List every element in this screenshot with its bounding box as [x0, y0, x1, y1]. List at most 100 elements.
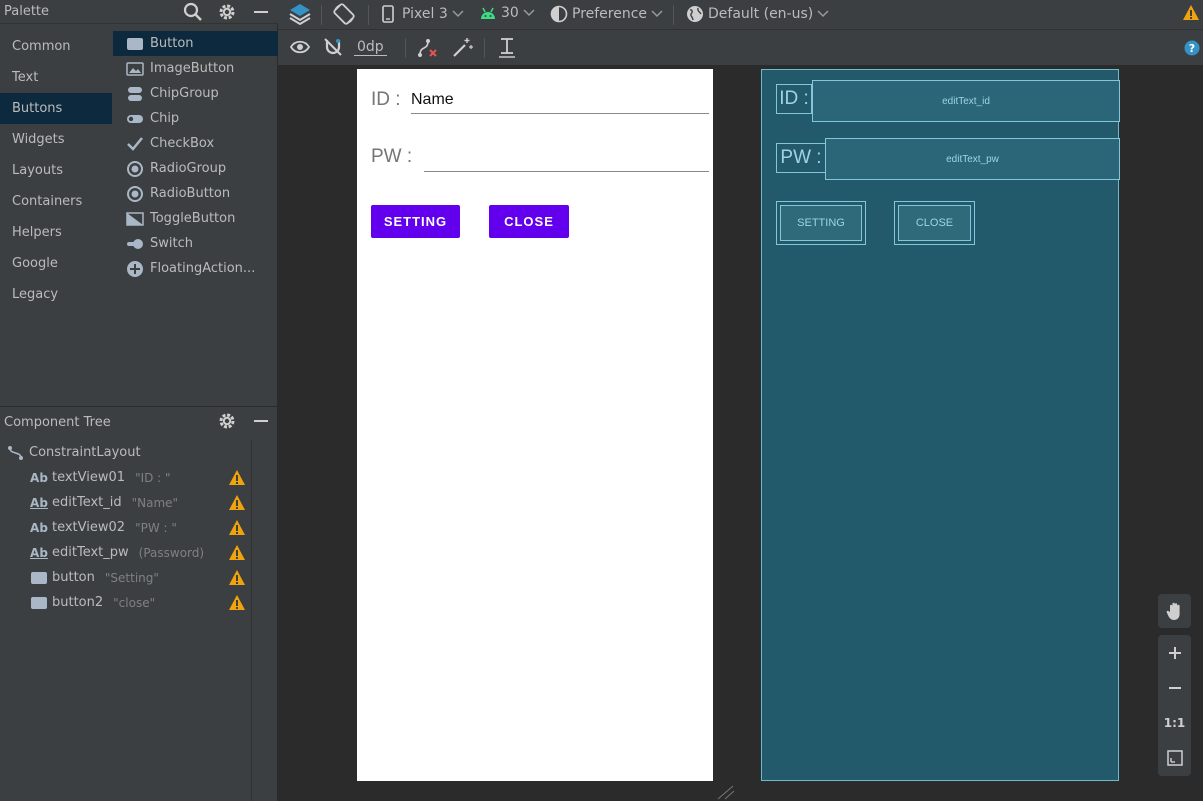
device-selector[interactable]: Pixel 3 [382, 5, 464, 23]
minimize-icon[interactable] [251, 2, 271, 22]
pw-edittext[interactable] [424, 149, 709, 172]
warning-icon[interactable] [1182, 4, 1200, 21]
palette-item-chip[interactable]: Chip [113, 106, 278, 131]
palette-categories: Common Text Buttons Widgets Layouts Cont… [0, 31, 112, 310]
blueprint-close-button[interactable]: CLOSE [894, 201, 975, 245]
palette-item-label: Button [150, 36, 194, 51]
button-widget-icon [29, 595, 49, 611]
blueprint-pw-label[interactable]: PW : [776, 143, 826, 173]
palette-item-switch[interactable]: Switch [113, 231, 278, 256]
category-legacy[interactable]: Legacy [0, 279, 112, 310]
palette-item-checkbox[interactable]: CheckBox [113, 131, 278, 156]
theme-selector[interactable]: Preference [550, 5, 663, 23]
gear-icon[interactable] [217, 411, 237, 431]
palette-item-imagebutton[interactable]: ImageButton [113, 56, 278, 81]
warning-icon[interactable] [228, 494, 246, 511]
category-widgets[interactable]: Widgets [0, 124, 112, 155]
category-containers[interactable]: Containers [0, 186, 112, 217]
radiobutton-icon [126, 185, 144, 203]
help-icon[interactable]: ? [1184, 40, 1200, 56]
setting-button[interactable]: SETTING [371, 205, 460, 238]
tree-node-edittext-pw[interactable]: Ab editText_pw (Password) [0, 540, 251, 565]
constraint-layout-icon [6, 445, 26, 461]
button-widget-icon [29, 570, 49, 586]
blueprint-id-label[interactable]: ID : [776, 84, 812, 114]
palette-item-label: RadioButton [150, 186, 231, 201]
warning-icon[interactable] [228, 594, 246, 611]
palette-item-label: RadioGroup [150, 161, 227, 176]
toolbar-separator [484, 38, 485, 58]
resize-handle-icon[interactable] [716, 784, 736, 800]
tree-node-button2[interactable]: button2 "close" [0, 590, 251, 615]
zoom-in-button[interactable] [1158, 635, 1191, 670]
tree-node-value: "Name" [131, 495, 179, 510]
warning-icon[interactable] [228, 544, 246, 561]
warning-icon[interactable] [228, 519, 246, 536]
magic-wand-icon[interactable] [451, 37, 473, 59]
magnet-off-icon[interactable] [323, 37, 343, 57]
layers-icon[interactable] [288, 2, 312, 26]
palette-item-floatingactionbutton[interactable]: FloatingAction... [113, 256, 278, 281]
tree-node-button[interactable]: button "Setting" [0, 565, 251, 590]
category-text[interactable]: Text [0, 62, 112, 93]
warning-icon[interactable] [228, 469, 246, 486]
locale-selector[interactable]: Default (en-us) [686, 5, 829, 23]
chevron-down-icon [817, 10, 829, 18]
close-button[interactable]: CLOSE [489, 205, 569, 238]
clear-constraints-icon[interactable] [416, 37, 438, 59]
category-layouts[interactable]: Layouts [0, 155, 112, 186]
design-surface[interactable]: ID : Name PW : SETTING CLOSE [357, 69, 713, 781]
toolbar-separator [673, 5, 674, 25]
blueprint-setting-button[interactable]: SETTING [776, 201, 866, 245]
checkmark-icon [126, 135, 144, 153]
category-google[interactable]: Google [0, 248, 112, 279]
tree-node-value: "Setting" [104, 570, 159, 585]
eye-icon[interactable] [290, 39, 310, 55]
default-margin-field[interactable]: 0dp [354, 39, 387, 56]
id-edittext[interactable]: Name [411, 91, 709, 114]
api-selector[interactable]: 30 [479, 5, 535, 21]
android-icon [481, 7, 495, 19]
blueprint-close-label: CLOSE [898, 205, 971, 241]
palette-item-chipgroup[interactable]: ChipGroup [113, 81, 278, 106]
tree-node-textview01[interactable]: Ab textView01 "ID : " [0, 465, 251, 490]
palette-item-button[interactable]: Button [113, 31, 278, 56]
zoom-out-button[interactable] [1158, 670, 1191, 705]
tree-node-label: editText_pw [52, 545, 129, 560]
fit-screen-icon [1166, 749, 1183, 766]
palette-item-label: ChipGroup [150, 86, 219, 101]
category-helpers[interactable]: Helpers [0, 217, 112, 248]
rotate-icon[interactable] [332, 2, 356, 26]
design-toolbar: 0dp ? [278, 30, 1203, 66]
left-panel: Palette Common Text Buttons Widgets Layo… [0, 0, 278, 801]
palette-item-radiobutton[interactable]: RadioButton [113, 181, 278, 206]
minimize-icon[interactable] [251, 411, 271, 431]
pan-button[interactable] [1158, 594, 1191, 628]
zoom-reset-button[interactable]: 1:1 [1158, 705, 1191, 740]
tree-node-label: textView02 [52, 520, 126, 535]
plus-circle-icon [126, 260, 144, 278]
gear-icon[interactable] [217, 2, 237, 22]
button-widget-icon [126, 35, 144, 53]
palette-item-radiogroup[interactable]: RadioGroup [113, 156, 278, 181]
search-icon[interactable] [183, 2, 203, 22]
edittext-icon: Ab [30, 545, 48, 560]
pw-label: PW : [371, 146, 413, 167]
warning-icon[interactable] [228, 569, 246, 586]
category-common[interactable]: Common [0, 31, 112, 62]
blueprint-edittext-id[interactable]: editText_id [812, 80, 1120, 122]
tree-node-constraintlayout[interactable]: ConstraintLayout [0, 440, 251, 465]
blueprint-surface[interactable]: ID : editText_id PW : editText_pw SETTIN… [761, 69, 1120, 781]
blueprint-edittext-pw[interactable]: editText_pw [825, 138, 1120, 180]
category-buttons[interactable]: Buttons [0, 93, 112, 124]
tree-node-edittext-id[interactable]: Ab editText_id "Name" [0, 490, 251, 515]
baseline-icon[interactable] [498, 37, 516, 59]
tree-node-textview02[interactable]: Ab textView02 "PW : " [0, 515, 251, 540]
text-icon: Ab [30, 470, 48, 485]
component-tree-header: Component Tree [0, 406, 278, 434]
palette-item-togglebutton[interactable]: ToggleButton [113, 206, 278, 231]
tree-node-label: textView01 [52, 470, 126, 485]
zoom-to-fit-button[interactable] [1158, 740, 1191, 775]
theme-label: Preference [572, 6, 648, 22]
phone-icon [382, 5, 394, 23]
